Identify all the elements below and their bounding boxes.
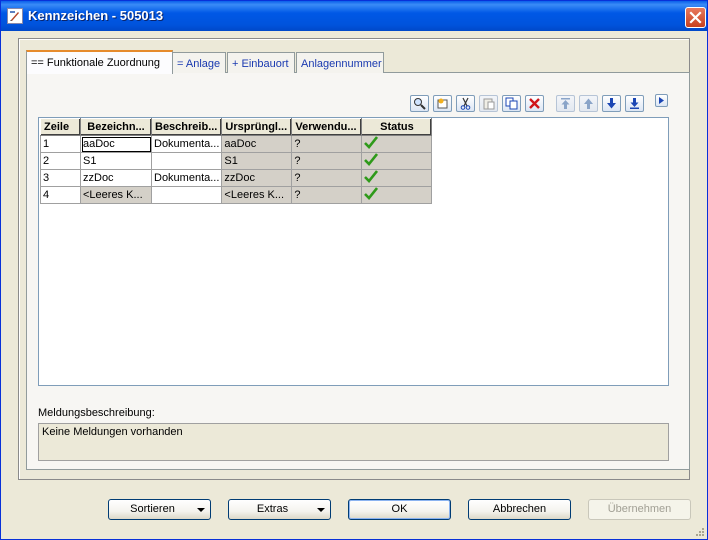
tab-label: + Einbauort: [232, 58, 289, 70]
copy-button[interactable]: [502, 95, 521, 112]
cell-verwendung[interactable]: ?: [291, 169, 363, 187]
cell-urspruenglich[interactable]: zzDoc: [221, 169, 293, 187]
cell-beschreibung[interactable]: Dokumenta...: [150, 135, 223, 153]
cancel-button-label: Abbrechen: [492, 503, 547, 515]
paste-button[interactable]: [479, 95, 498, 112]
close-button[interactable]: [685, 7, 706, 28]
cell-status[interactable]: [361, 169, 433, 187]
cell-verwendung[interactable]: ?: [291, 135, 363, 153]
cell-urspruenglich[interactable]: <Leeres K...: [221, 186, 293, 204]
tab-anlagennummer[interactable]: Anlagennummer: [296, 52, 384, 73]
cut-icon: [460, 97, 471, 110]
cell-bezeichnung[interactable]: zzDoc: [80, 169, 152, 187]
tab-einbauort[interactable]: + Einbauort: [227, 52, 295, 73]
row-number: 4: [40, 186, 81, 204]
cell-bezeichnung[interactable]: aaDoc: [80, 135, 152, 153]
sort-button[interactable]: Sortieren: [108, 499, 211, 520]
cell-bezeichnung[interactable]: <Leeres K...: [80, 186, 152, 204]
apply-button[interactable]: Übernehmen: [588, 499, 691, 520]
cell-bezeichnung[interactable]: S1: [80, 152, 152, 170]
column-header-verwendung[interactable]: Verwendu...: [291, 118, 363, 136]
table-row[interactable]: 1 aaDoc Dokumenta... aaDoc ?: [40, 135, 433, 153]
tab-label: == Funktionale Zuordnung: [31, 57, 161, 69]
copy-icon: [505, 97, 518, 110]
move-down-icon: [607, 98, 616, 109]
app-icon: [7, 8, 23, 24]
ok-button-label: OK: [391, 503, 408, 515]
message-label: Meldungsbeschreibung:: [38, 407, 155, 419]
tab-funktionale-zuordnung[interactable]: == Funktionale Zuordnung: [26, 50, 173, 74]
chevron-down-icon: [317, 508, 325, 512]
cell-urspruenglich[interactable]: aaDoc: [221, 135, 293, 153]
move-up-icon: [584, 98, 593, 109]
cell-beschreibung[interactable]: Dokumenta...: [150, 169, 223, 187]
row-number: 3: [40, 169, 81, 187]
cancel-button[interactable]: Abbrechen: [468, 499, 571, 520]
checkmark-icon: [364, 136, 379, 149]
data-grid: Zeile Bezeichn... Beschreib... Ursprüngl…: [40, 118, 433, 204]
move-top-button[interactable]: [556, 95, 575, 112]
extras-button-label: Extras: [256, 503, 289, 515]
find-icon: [414, 98, 426, 110]
close-icon: [689, 11, 702, 24]
sort-button-label: Sortieren: [130, 503, 175, 515]
table-row[interactable]: 4 <Leeres K... <Leeres K... ?: [40, 186, 433, 204]
delete-icon: [529, 98, 540, 109]
row-number: 1: [40, 135, 81, 153]
move-bottom-icon: [630, 98, 639, 109]
title-bar[interactable]: Kennzeichen - 505013: [1, 1, 707, 31]
expand-button[interactable]: [655, 94, 668, 107]
move-top-icon: [561, 98, 570, 109]
cell-beschreibung[interactable]: [150, 186, 223, 204]
cut-button[interactable]: [456, 95, 475, 112]
checkmark-icon: [364, 153, 379, 166]
column-header-bezeichnung[interactable]: Bezeichn...: [80, 118, 152, 136]
cell-verwendung[interactable]: ?: [291, 186, 363, 204]
paste-icon: [483, 98, 495, 110]
tab-anlage[interactable]: = Anlage: [172, 52, 226, 73]
extras-button[interactable]: Extras: [228, 499, 331, 520]
message-box[interactable]: Keine Meldungen vorhanden: [38, 423, 669, 461]
cell-urspruenglich[interactable]: S1: [221, 152, 293, 170]
expand-icon: [659, 97, 664, 104]
ok-button[interactable]: OK: [348, 499, 451, 520]
resize-grip-icon[interactable]: [695, 527, 705, 537]
cell-status[interactable]: [361, 135, 433, 153]
move-down-button[interactable]: [602, 95, 621, 112]
table-row[interactable]: 3 zzDoc Dokumenta... zzDoc ?: [40, 169, 433, 187]
column-header-beschreibung[interactable]: Beschreib...: [150, 118, 223, 136]
tab-label: Anlagennummer: [301, 58, 382, 70]
tab-label: = Anlage: [177, 58, 221, 70]
column-header-zeile[interactable]: Zeile: [40, 118, 81, 136]
move-up-button[interactable]: [579, 95, 598, 112]
checkmark-icon: [364, 170, 379, 183]
cell-verwendung[interactable]: ?: [291, 152, 363, 170]
checkmark-icon: [364, 187, 379, 200]
apply-button-label: Übernehmen: [607, 503, 672, 515]
move-bottom-button[interactable]: [625, 95, 644, 112]
new-button[interactable]: [433, 95, 452, 112]
cell-status[interactable]: [361, 152, 433, 170]
column-header-urspruenglich[interactable]: Ursprüngl...: [221, 118, 293, 136]
window-title: Kennzeichen - 505013: [28, 8, 164, 23]
message-text: Keine Meldungen vorhanden: [42, 426, 183, 438]
cell-beschreibung[interactable]: [150, 152, 223, 170]
find-button[interactable]: [410, 95, 429, 112]
row-number: 2: [40, 152, 81, 170]
delete-button[interactable]: [525, 95, 544, 112]
new-icon: [437, 98, 448, 109]
chevron-down-icon: [197, 508, 205, 512]
column-header-status[interactable]: Status: [361, 118, 433, 136]
table-row[interactable]: 2 S1 S1 ?: [40, 152, 433, 170]
cell-status[interactable]: [361, 186, 433, 204]
